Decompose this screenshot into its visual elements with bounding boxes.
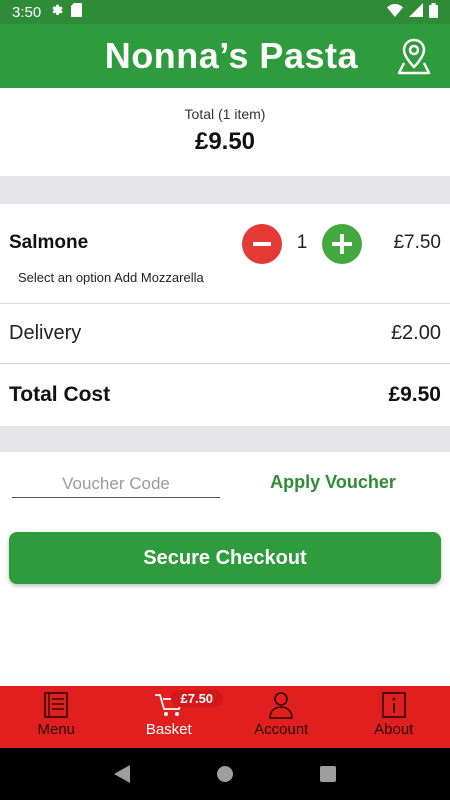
gear-icon bbox=[49, 3, 63, 21]
section-divider bbox=[0, 426, 450, 452]
signal-icon bbox=[409, 3, 423, 21]
total-row: Total Cost £9.50 bbox=[0, 364, 450, 426]
nav-label-basket: Basket bbox=[145, 721, 192, 738]
status-bar: 3:50 bbox=[0, 0, 450, 24]
basket-total-badge: £7.50 bbox=[170, 690, 224, 707]
wifi-icon bbox=[387, 3, 403, 21]
order-summary: Total (1 item) £9.50 bbox=[0, 88, 450, 176]
nav-label-about: About bbox=[374, 721, 414, 738]
status-time: 3:50 bbox=[12, 3, 42, 21]
recents-icon[interactable] bbox=[316, 762, 340, 786]
summary-amount: £9.50 bbox=[194, 128, 256, 155]
item-option: Select an option Add Mozzarella bbox=[18, 270, 204, 285]
menu-book-icon bbox=[41, 690, 71, 720]
total-price: £9.50 bbox=[388, 383, 441, 406]
plus-icon bbox=[332, 234, 352, 254]
status-left: 3:50 bbox=[12, 3, 83, 21]
android-navigation-bar bbox=[0, 748, 450, 800]
app-title: Nonna’s Pasta bbox=[104, 35, 358, 76]
sdcard-icon bbox=[71, 3, 83, 21]
increase-quantity-button[interactable] bbox=[322, 224, 362, 264]
person-icon bbox=[266, 690, 296, 720]
nav-item-basket[interactable]: £7.50 Basket bbox=[113, 686, 226, 748]
basket-item: Salmone 1 £7.50 Select an option Add Moz… bbox=[0, 204, 450, 304]
info-icon bbox=[379, 690, 409, 720]
minus-icon bbox=[253, 242, 271, 246]
secure-checkout-button[interactable]: Secure Checkout bbox=[9, 532, 441, 584]
section-divider bbox=[0, 176, 450, 204]
delivery-label: Delivery bbox=[9, 322, 82, 344]
home-icon[interactable] bbox=[213, 762, 237, 786]
app-header: Nonna’s Pasta bbox=[0, 24, 450, 88]
decrease-quantity-button[interactable] bbox=[242, 224, 282, 264]
item-quantity: 1 bbox=[296, 232, 308, 253]
summary-label: Total (1 item) bbox=[184, 106, 266, 122]
nav-item-account[interactable]: Account bbox=[225, 686, 338, 748]
item-name: Salmone bbox=[9, 232, 89, 253]
delivery-row: Delivery £2.00 bbox=[0, 304, 450, 364]
nav-item-about[interactable]: About bbox=[338, 686, 450, 748]
nav-item-menu[interactable]: Menu bbox=[0, 686, 113, 748]
item-price: £7.50 bbox=[393, 232, 441, 253]
nav-label-account: Account bbox=[254, 721, 309, 738]
voucher-code-input[interactable] bbox=[12, 470, 220, 498]
battery-icon bbox=[429, 2, 438, 22]
total-label: Total Cost bbox=[9, 383, 111, 406]
map-pin-icon[interactable] bbox=[394, 36, 434, 76]
status-right bbox=[387, 2, 438, 22]
apply-voucher-button[interactable]: Apply Voucher bbox=[262, 472, 404, 493]
back-icon[interactable] bbox=[110, 762, 134, 786]
bottom-navigation: Menu £7.50 Basket Account About bbox=[0, 686, 450, 748]
nav-label-menu: Menu bbox=[37, 721, 76, 738]
delivery-price: £2.00 bbox=[390, 322, 441, 344]
